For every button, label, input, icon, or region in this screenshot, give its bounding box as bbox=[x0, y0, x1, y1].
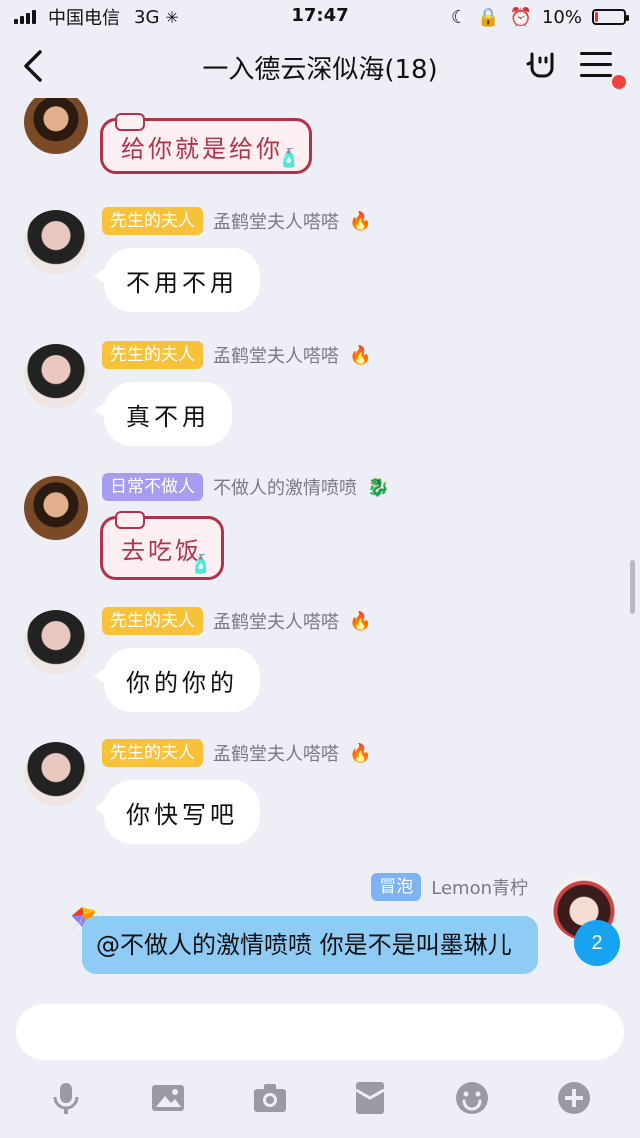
message-text: 你的你的 bbox=[126, 668, 238, 697]
rank-badge: 先生的夫人 bbox=[102, 739, 203, 767]
dragon-icon: 🐉 bbox=[367, 476, 390, 498]
signal-icon bbox=[14, 10, 36, 24]
sender-name[interactable]: 不做人的激情喷喷 bbox=[213, 474, 357, 500]
unread-count-badge[interactable]: 2 bbox=[574, 920, 620, 966]
composer bbox=[0, 992, 640, 1138]
network-label: 3G bbox=[134, 6, 160, 28]
message-text: @不做人的激情喷喷 你是不是叫墨琳儿 bbox=[96, 931, 512, 959]
message-text: 真不用 bbox=[126, 402, 210, 431]
avatar[interactable] bbox=[24, 742, 88, 806]
fire-icon: 🔥 bbox=[349, 344, 372, 366]
avatar[interactable] bbox=[24, 98, 88, 154]
menu-button[interactable] bbox=[580, 52, 612, 80]
red-packet-button[interactable] bbox=[350, 1078, 390, 1118]
alarm-icon: ⏰ bbox=[509, 6, 532, 28]
rock-hand-button[interactable] bbox=[524, 48, 560, 84]
sender-name[interactable]: 孟鹤堂夫人嗒嗒 bbox=[213, 342, 339, 368]
message-text: 你快写吧 bbox=[126, 800, 238, 829]
avatar[interactable] bbox=[24, 210, 88, 274]
plus-icon bbox=[558, 1082, 590, 1114]
sender-row: 先生的夫人 孟鹤堂夫人嗒嗒 🔥 bbox=[102, 206, 371, 236]
sender-name[interactable]: 孟鹤堂夫人嗒嗒 bbox=[213, 740, 339, 766]
composer-toolbar bbox=[0, 1078, 640, 1122]
sender-row: 先生的夫人 孟鹤堂夫人嗒嗒 🔥 bbox=[102, 738, 371, 768]
emoji-icon bbox=[456, 1082, 488, 1114]
moon-icon: ☾ bbox=[451, 6, 468, 28]
carrier-label: 中国电信 bbox=[48, 8, 120, 29]
title-bar: 一入德云深似海(18) bbox=[0, 34, 640, 98]
scrollbar[interactable] bbox=[630, 560, 635, 614]
sticker-decoration-icon: 🧴 bbox=[277, 148, 303, 169]
camera-icon bbox=[254, 1084, 286, 1112]
rock-hand-icon bbox=[526, 52, 554, 78]
message-bubble[interactable]: 不用不用 bbox=[94, 248, 260, 312]
rank-badge: 先生的夫人 bbox=[102, 607, 203, 635]
chat-list[interactable]: 给你就是给你 🧴 先生的夫人 孟鹤堂夫人嗒嗒 🔥 不用不用 先生的夫人 孟鹤堂夫… bbox=[0, 98, 640, 992]
sticker-text: 给你就是给你 bbox=[121, 134, 283, 163]
rank-badge: 冒泡 bbox=[371, 873, 422, 901]
sticker-message[interactable]: 去吃饭 🧴 bbox=[100, 511, 224, 580]
sender-row: 先生的夫人 孟鹤堂夫人嗒嗒 🔥 bbox=[102, 606, 371, 636]
emoji-button[interactable] bbox=[452, 1078, 492, 1118]
status-bar: 中国电信 3G ✳ 17:47 ☾ 🔒 ⏰ 10% bbox=[0, 0, 640, 34]
image-icon bbox=[152, 1085, 184, 1111]
sender-name[interactable]: 孟鹤堂夫人嗒嗒 bbox=[213, 208, 339, 234]
rank-badge: 先生的夫人 bbox=[102, 341, 203, 369]
rank-badge: 日常不做人 bbox=[102, 473, 203, 501]
fire-icon: 🔥 bbox=[349, 210, 372, 232]
voice-button[interactable] bbox=[46, 1078, 86, 1118]
notification-dot bbox=[612, 75, 626, 89]
message-bubble[interactable]: @不做人的激情喷喷 你是不是叫墨琳儿 bbox=[82, 916, 538, 974]
fire-icon: 🔥 bbox=[349, 742, 372, 764]
message-input[interactable] bbox=[16, 1004, 624, 1060]
fire-icon: 🔥 bbox=[349, 610, 372, 632]
battery-percent: 10% bbox=[541, 6, 582, 28]
message-text: 不用不用 bbox=[126, 268, 238, 297]
sender-row: 日常不做人 不做人的激情喷喷 🐉 bbox=[102, 472, 389, 502]
lock-icon: 🔒 bbox=[477, 6, 500, 28]
battery-icon bbox=[592, 9, 629, 25]
back-button[interactable] bbox=[20, 48, 50, 84]
avatar[interactable] bbox=[24, 344, 88, 408]
microphone-icon bbox=[53, 1083, 79, 1114]
rank-badge: 先生的夫人 bbox=[102, 207, 203, 235]
sticker-decoration-icon: 🧴 bbox=[189, 554, 215, 575]
sender-name[interactable]: Lemon青柠 bbox=[431, 874, 528, 900]
message-bubble[interactable]: 真不用 bbox=[94, 382, 232, 446]
message-bubble[interactable]: 你快写吧 bbox=[94, 780, 260, 844]
sender-row: 冒泡 Lemon青柠 bbox=[371, 872, 528, 902]
sender-row: 先生的夫人 孟鹤堂夫人嗒嗒 🔥 bbox=[102, 340, 371, 370]
chevron-left-icon bbox=[24, 50, 42, 82]
avatar[interactable] bbox=[24, 610, 88, 674]
more-button[interactable] bbox=[554, 1078, 594, 1118]
message-bubble[interactable]: 你的你的 bbox=[94, 648, 260, 712]
sender-name[interactable]: 孟鹤堂夫人嗒嗒 bbox=[213, 608, 339, 634]
loading-icon: ✳ bbox=[165, 7, 179, 27]
image-button[interactable] bbox=[148, 1078, 188, 1118]
sticker-message[interactable]: 给你就是给你 🧴 bbox=[100, 113, 312, 174]
red-packet-icon bbox=[355, 1082, 385, 1114]
avatar[interactable] bbox=[24, 476, 88, 540]
camera-button[interactable] bbox=[250, 1078, 290, 1118]
